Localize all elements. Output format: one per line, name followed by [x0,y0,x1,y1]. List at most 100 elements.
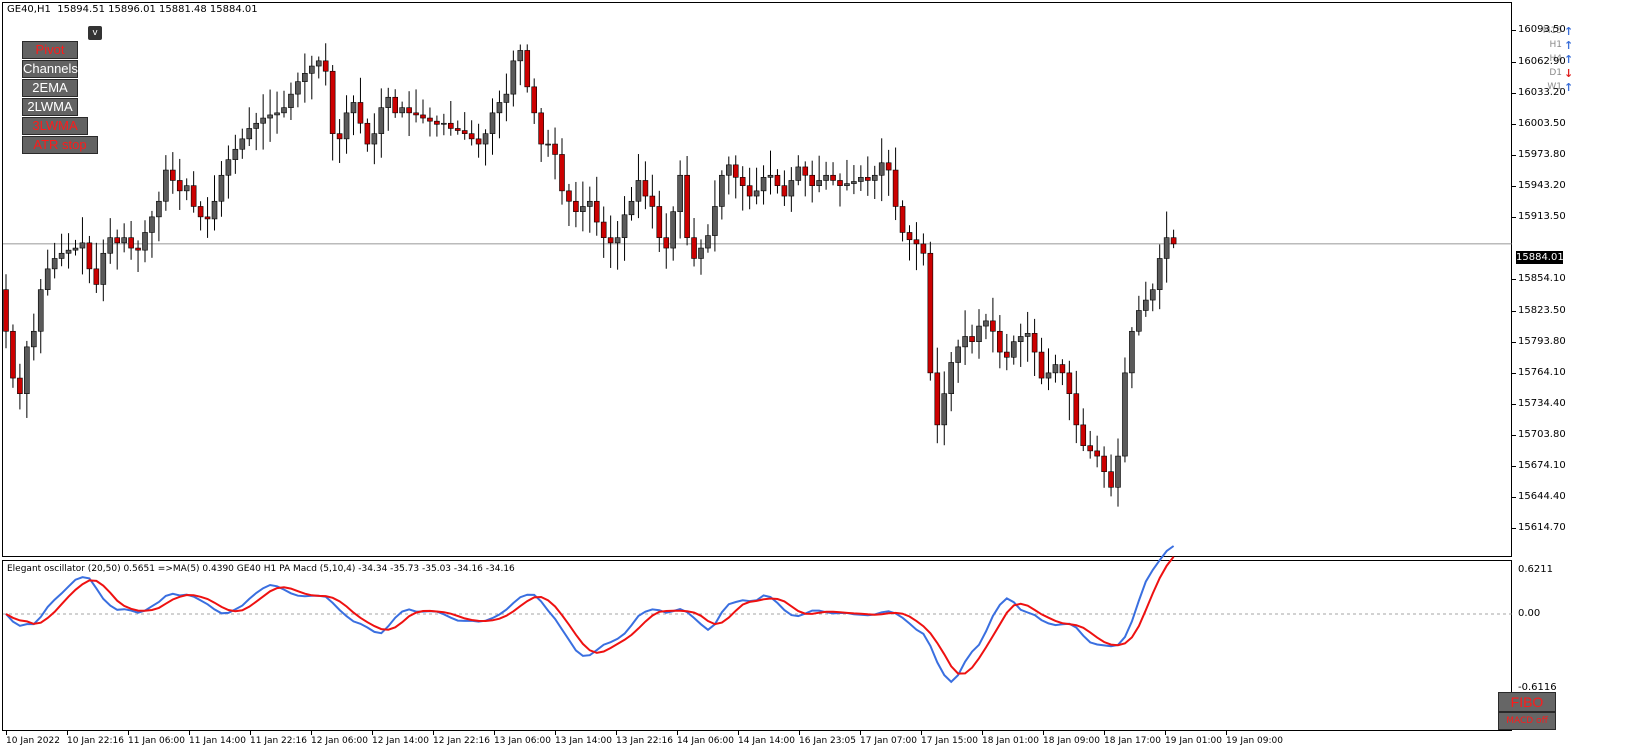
candle [441,113,447,136]
candle [1087,430,1093,459]
candle [983,313,989,340]
candle-body-bull [371,133,378,145]
candle-body-bear [3,289,9,332]
candle-body-bull [545,143,551,146]
candle [878,138,885,202]
time-axis-label: 18 Jan 01:00 [982,736,1039,746]
candle [788,167,795,212]
indicator-button-pivot[interactable]: Pivot [22,41,78,59]
price-axis-label: 15913.50 [1518,211,1566,223]
candle [1149,283,1156,312]
candle-body-bear [197,206,204,218]
candle [649,174,656,229]
price-axis-label: 16003.50 [1518,117,1566,129]
candle [732,155,739,199]
candle-body-bull [753,190,760,197]
price-axis-label: 16033.20 [1518,86,1566,98]
time-axis-tick [67,731,68,735]
candle-body-bull [858,177,864,182]
candle [1143,281,1149,317]
candle-body-bear [802,166,809,176]
price-axis-tick [1512,466,1516,468]
candle [1045,348,1052,391]
candle [253,112,259,151]
time-axis-tick [189,731,190,735]
time-axis-tick [6,731,7,735]
price-axis-label: 15793.80 [1518,335,1566,347]
candle-body-bear [406,107,412,114]
candle [566,183,572,226]
indicator-button-3lwma[interactable]: 3LWMA [22,117,88,135]
candle [795,155,802,186]
candle-body-bull [767,174,774,178]
candle [343,95,350,154]
indicator-button-2ema[interactable]: 2EMA [22,79,78,97]
candle [906,225,913,261]
chart-menu-button[interactable]: v [88,26,102,40]
price-axis[interactable]: 16093.50 16062.90 16033.20 16003.50 15973.80… [1512,2,1652,557]
candle [246,107,253,147]
price-axis-label: 15614.70 [1518,522,1566,533]
fibo-button[interactable]: FIBO [1498,692,1556,712]
chart-symbol: GE40,H1 [7,4,51,15]
candle-body-bull [441,122,447,125]
time-axis-label: 17 Jan 15:00 [921,736,978,746]
candle-body-bear [552,143,558,155]
candle [260,94,266,150]
candle-body-bear [1170,237,1177,245]
candle [885,149,892,196]
candle [510,50,517,107]
indicator-button-2lwma[interactable]: 2LWMA [22,98,78,116]
time-axis-tick [982,731,983,735]
candle-body-bull [58,252,65,259]
time-axis-label: 12 Jan 14:00 [372,736,429,746]
time-axis-label: 13 Jan 06:00 [494,736,551,746]
price-axis-tick [1512,61,1516,63]
candle-body-bear [524,50,531,88]
candle [288,82,294,120]
candle [65,233,72,269]
candle [725,156,732,195]
price-axis-tick [1512,279,1516,280]
candle-body-bear [447,122,454,129]
candle-body-bull [586,200,593,207]
candle-body-bear [461,130,468,134]
candle [781,170,788,206]
candle-body-bull [239,138,246,150]
candle-body-bull [816,180,822,186]
indicator-button-atr-stop[interactable]: ATR stop [22,136,98,154]
price-axis-tick [1512,186,1516,188]
candle-body-bull [218,174,225,202]
candle [1052,354,1059,383]
candle [871,165,878,199]
candle-body-bull [100,252,107,285]
candle-body-bull [302,73,308,82]
indicator-button-channels[interactable]: Channels [22,60,78,78]
time-axis-label: 11 Jan 22:16 [250,736,307,746]
candle [969,324,975,354]
time-axis-tick [860,731,861,735]
candle-body-bear [413,112,419,116]
candle-body-bear [1101,455,1107,472]
time-axis-tick [677,731,678,735]
time-axis-tick [799,731,800,735]
price-axis-label: 15854.10 [1518,273,1566,284]
time-axis-tick [921,731,922,735]
candle-body-bull [698,247,704,259]
chart-ohlc: 15894.51 15896.01 15881.48 15884.01 [57,4,258,15]
candle [816,155,822,193]
time-axis-tick [128,731,129,735]
macd-off-button[interactable]: MACD off [1498,712,1556,730]
time-axis-tick [250,731,251,735]
time-axis-tick [433,731,434,735]
candle [204,197,211,238]
candle-body-bear [1038,351,1045,379]
candle [586,186,593,233]
candle [1122,357,1128,463]
candle-body-bear [997,330,1003,353]
candle-body-bear [864,177,871,181]
time-axis[interactable]: 10 Jan 2022 10 Jan 22:16 11 Jan 06:00 11 Ja… [2,731,1512,752]
candle [461,112,468,140]
candle [899,200,906,242]
candle [948,351,955,412]
